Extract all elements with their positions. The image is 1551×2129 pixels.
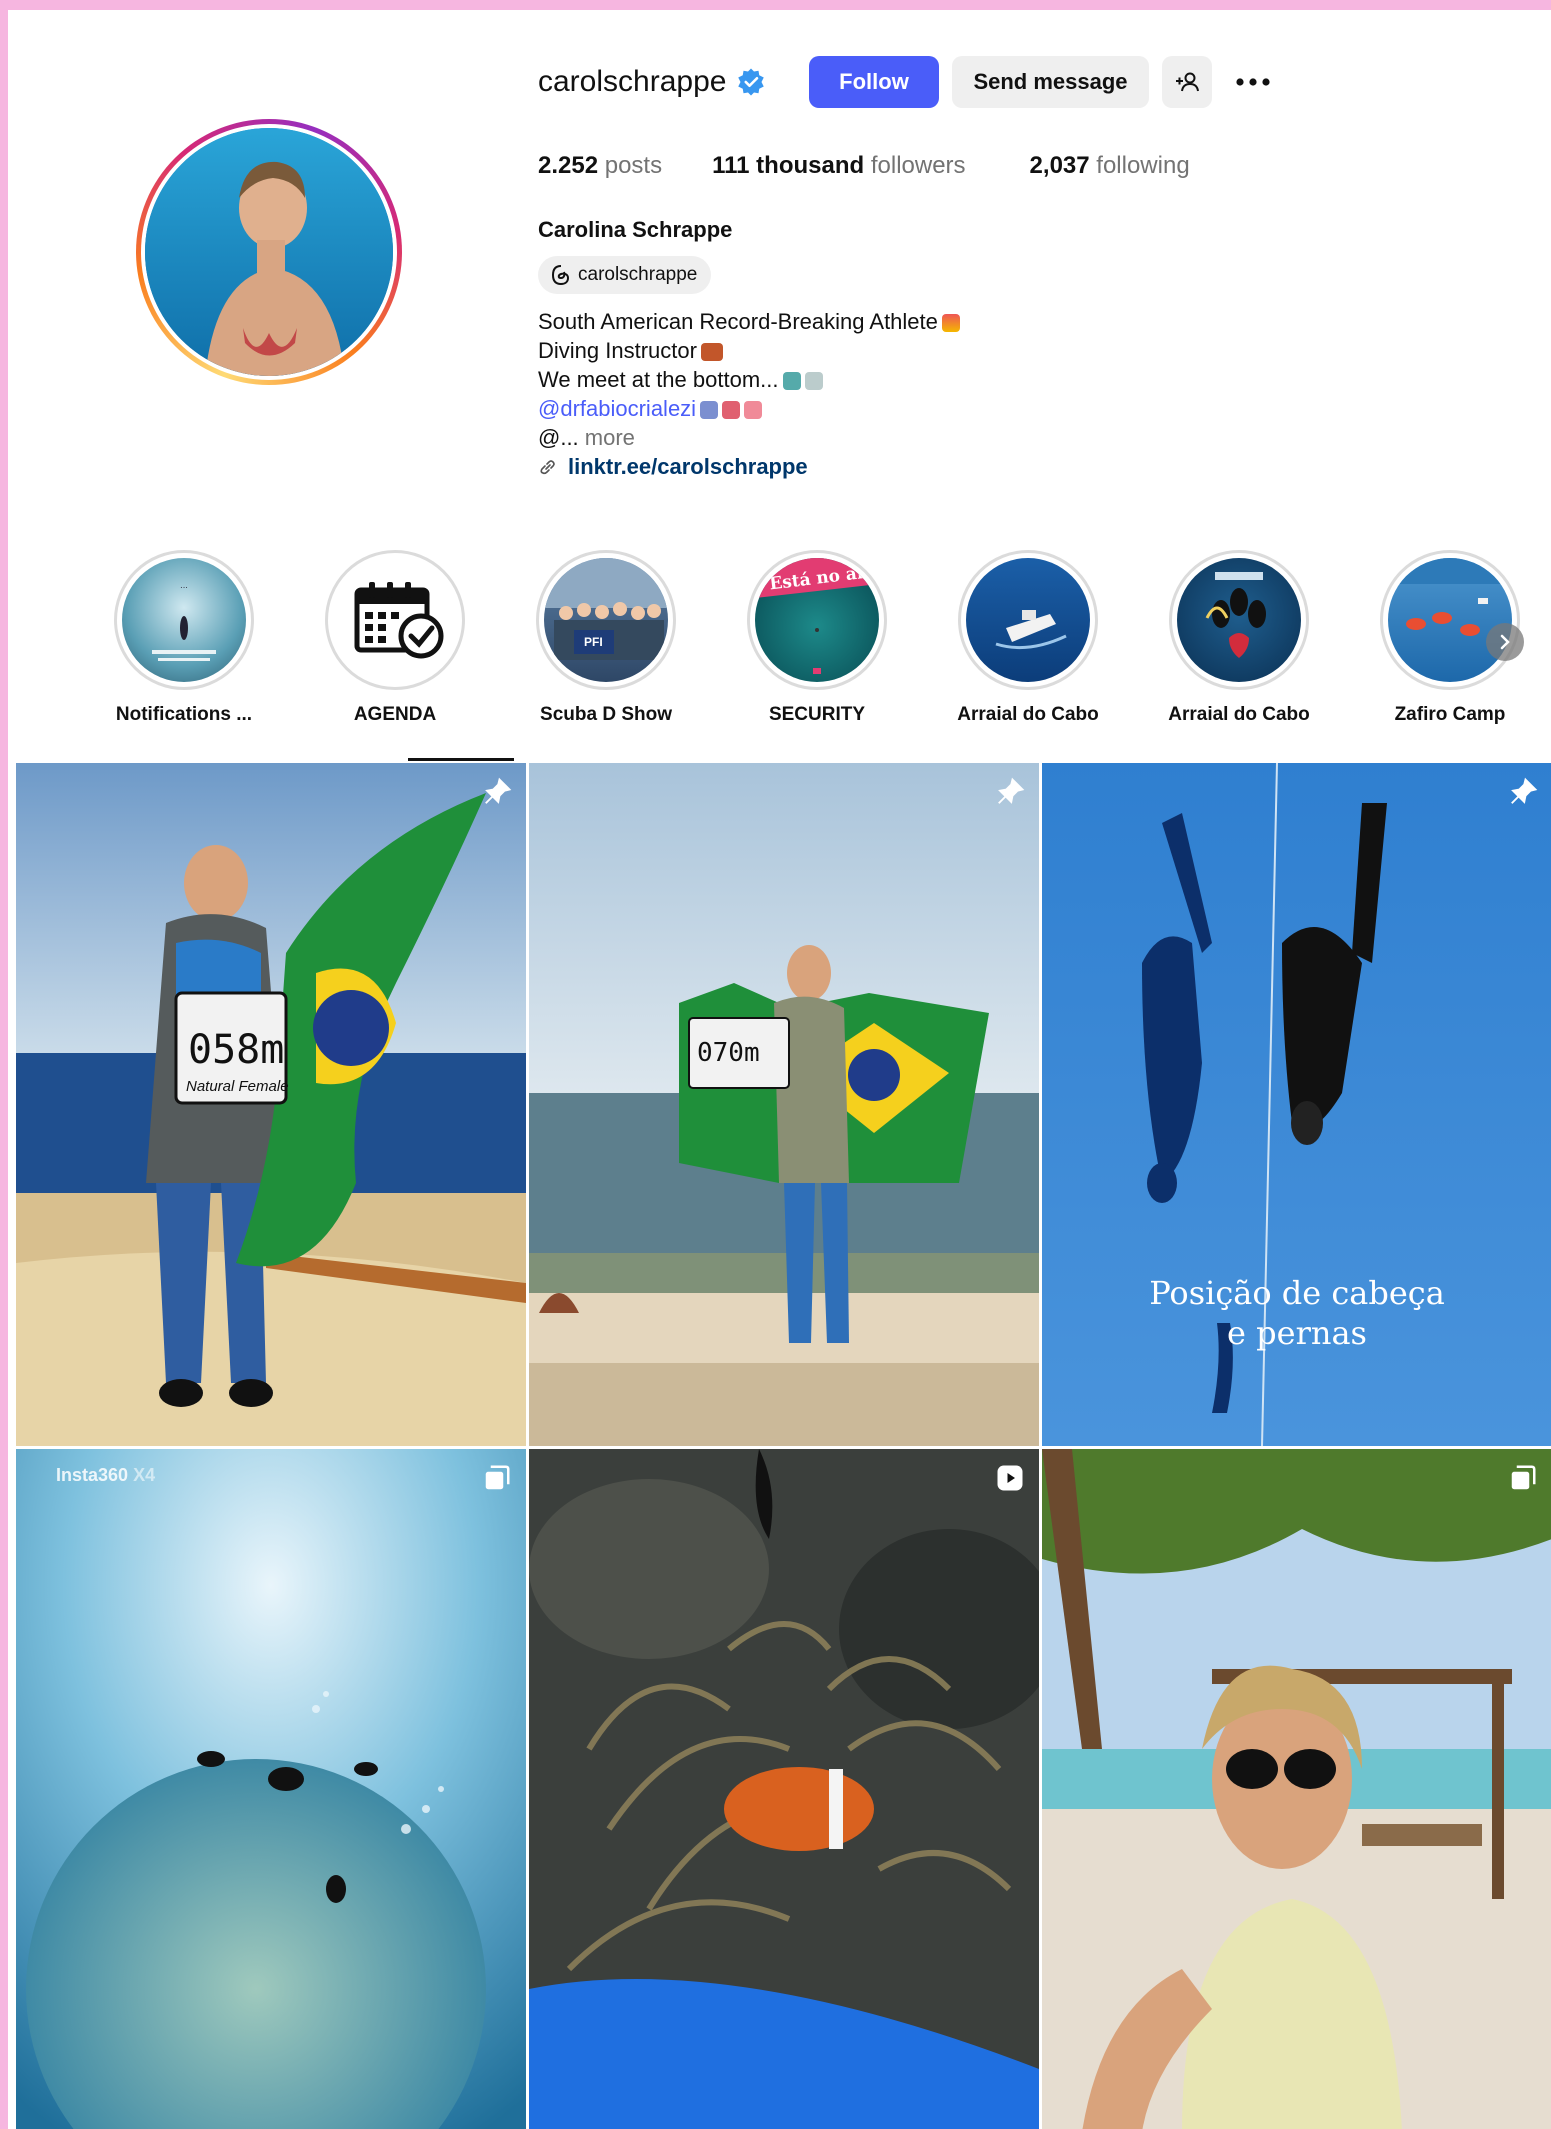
highlight-label: SECURITY	[768, 704, 866, 725]
stethoscope-icon	[700, 401, 719, 420]
heart-organ-icon	[722, 401, 741, 420]
chevron-right-icon	[1500, 634, 1510, 650]
profile-stats: 2.252 posts 111 thousand followers 2,037…	[538, 152, 1190, 180]
svg-text:...: ...	[180, 581, 188, 590]
pin-icon	[998, 777, 1025, 804]
more-options-button[interactable]	[1227, 56, 1279, 108]
post-1-depth-sign: 058m	[188, 1027, 284, 1073]
post-tile[interactable]	[1042, 1449, 1551, 2129]
bio-line-2: Diving Instructor	[538, 338, 697, 363]
bio-mention[interactable]: @drfabiocrialezi	[538, 396, 696, 421]
carousel-icon	[1511, 1465, 1536, 1490]
post-3-overlay-text: Posição de cabeça e pernas	[1042, 1273, 1551, 1353]
posts-tab-indicator	[408, 758, 514, 761]
carousel-icon	[485, 1465, 510, 1490]
mermaid-icon	[782, 372, 801, 391]
overlay-line-2: e pernas	[1227, 1314, 1367, 1352]
post-1-sign-caption: Natural Female	[186, 1078, 289, 1095]
post-tile[interactable]: Insta360 X4	[16, 1449, 526, 2129]
reel-icon	[997, 1465, 1023, 1491]
threads-icon	[551, 265, 570, 286]
overlay-line-1: Posição de cabeça	[1149, 1274, 1445, 1312]
bio: South American Record-Breaking Athlete D…	[538, 307, 960, 481]
suggest-accounts-button[interactable]	[1162, 56, 1212, 108]
profile-avatar[interactable]	[136, 119, 402, 385]
medal-icon	[941, 314, 960, 333]
shell-icon	[804, 372, 823, 391]
highlight-label: Notifications ...	[115, 704, 253, 725]
threads-badge[interactable]: carolschrappe	[538, 256, 712, 294]
send-message-button[interactable]: Send message	[952, 56, 1149, 108]
highlight-label: Zafiro Camp	[1394, 704, 1506, 725]
post-tile[interactable]: 070m	[529, 763, 1039, 1446]
highlight-agenda[interactable]: AGENDA	[300, 550, 490, 726]
svg-text:PFI: PFI	[584, 635, 603, 649]
full-name: Carolina Schrappe	[538, 217, 733, 242]
verified-badge-icon	[738, 68, 765, 96]
lungs-icon	[744, 401, 763, 420]
followers-count[interactable]: 111 thousand followers	[712, 152, 965, 180]
posts-count: 2.252 posts	[538, 152, 663, 179]
threads-handle: carolschrappe	[578, 264, 698, 285]
highlight-label: Arraial do Cabo	[1168, 704, 1310, 725]
pin-icon	[485, 777, 512, 804]
more-icon	[1236, 78, 1270, 86]
highlight-notifications[interactable]: ... Notifications ...	[89, 550, 279, 726]
following-count[interactable]: 2,037 following	[1030, 152, 1190, 180]
highlight-scuba-d-show[interactable]: PFI Scuba D Show	[511, 550, 701, 726]
bio-link[interactable]: linktr.ee/carolschrappe	[538, 452, 960, 481]
highlights-next-button[interactable]	[1486, 623, 1524, 661]
highlight-security[interactable]: Está no ar SECURITY	[722, 550, 912, 726]
add-person-icon	[1176, 72, 1199, 92]
highlight-label: AGENDA	[353, 704, 437, 725]
profile-page: carolschrappe Follow Send message 2.252 …	[8, 10, 1551, 2129]
highlight-arraial-do-cabo-1[interactable]: Arraial do Cabo	[933, 550, 1123, 726]
bio-line-5: @...	[538, 425, 579, 450]
follow-button[interactable]: Follow	[809, 56, 939, 108]
instructor-emoji-icon	[700, 343, 723, 362]
bio-line-1: South American Record-Breaking Athlete	[538, 309, 938, 334]
username-row: carolschrappe	[538, 52, 766, 112]
username[interactable]: carolschrappe	[538, 65, 726, 99]
insta360-watermark: Insta360 X4	[56, 1465, 156, 1485]
bio-link-text: linktr.ee/carolschrappe	[568, 454, 808, 479]
post-tile[interactable]: Posição de cabeça e pernas	[1042, 763, 1551, 1446]
highlight-label: Arraial do Cabo	[957, 704, 1099, 725]
post-2-depth-sign: 070m	[697, 1038, 760, 1068]
link-icon	[540, 459, 555, 474]
calendar-check-icon	[354, 582, 444, 659]
bio-more-link[interactable]: more	[585, 425, 635, 450]
bio-line-3: We meet at the bottom...	[538, 367, 779, 392]
pin-icon	[1511, 777, 1538, 804]
highlight-label: Scuba D Show	[540, 704, 672, 725]
post-tile[interactable]: 058m Natural Female	[16, 763, 526, 1446]
post-tile[interactable]	[529, 1449, 1039, 2129]
highlight-arraial-do-cabo-2[interactable]: Arraial do Cabo	[1144, 550, 1334, 726]
